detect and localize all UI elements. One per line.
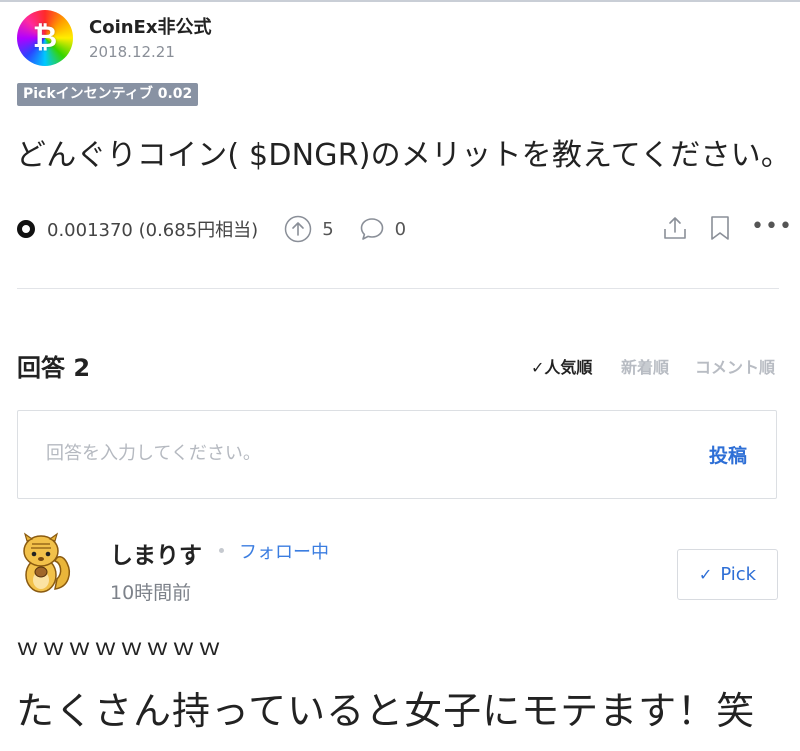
answer-composer: 投稿 xyxy=(17,410,777,499)
answer-time: 10時間前 xyxy=(110,582,192,604)
divider xyxy=(17,288,779,289)
sort-newest[interactable]: 新着順 xyxy=(621,354,669,378)
answer-input[interactable] xyxy=(46,443,646,464)
answer-author-name[interactable]: しまりす xyxy=(110,536,202,570)
more-options-icon[interactable]: ••• xyxy=(751,216,792,240)
author-name[interactable]: CoinEx非公式 xyxy=(89,13,211,39)
author-avatar[interactable]: ₿ xyxy=(17,10,73,66)
incentive-badge: Pickインセンティブ 0.02 xyxy=(17,83,199,106)
reward-value: 0.001370 (0.685円相当) xyxy=(47,220,259,241)
pick-button[interactable]: ✓ Pick xyxy=(677,549,778,600)
answer-text-line2: たくさん持っていると女子にモテます！笑 xyxy=(16,689,756,733)
upvote-icon[interactable] xyxy=(284,215,312,243)
post-answer-button[interactable]: 投稿 xyxy=(709,441,747,468)
comment-count: 0 xyxy=(394,218,407,240)
bookmark-icon[interactable] xyxy=(708,214,732,242)
answers-count-title: 回答 2 xyxy=(17,354,91,382)
post-date: 2018.12.21 xyxy=(89,43,175,61)
separator-dot xyxy=(219,548,224,553)
coin-icon xyxy=(17,220,35,238)
squirrel-avatar-icon[interactable] xyxy=(17,531,72,597)
answer-text-line1: ｗｗｗｗｗｗｗｗ xyxy=(16,635,224,661)
post-meta: 0.001370 (0.685円相当) 5 0 xyxy=(17,214,406,244)
sort-popular[interactable]: ✓人気順 xyxy=(531,354,592,378)
check-icon: ✓ xyxy=(698,565,713,584)
sort-comments[interactable]: コメント順 xyxy=(695,354,775,378)
pick-label: Pick xyxy=(720,564,757,585)
comment-icon[interactable] xyxy=(359,216,385,242)
follow-status[interactable]: フォロー中 xyxy=(239,538,329,564)
upvote-count: 5 xyxy=(322,218,334,240)
question-title: どんぐりコイン( $DNGR)のメリットを教えてください。 xyxy=(16,138,792,173)
top-border xyxy=(0,0,800,2)
bitcoin-icon: ₿ xyxy=(32,20,58,55)
share-icon[interactable] xyxy=(661,214,689,242)
